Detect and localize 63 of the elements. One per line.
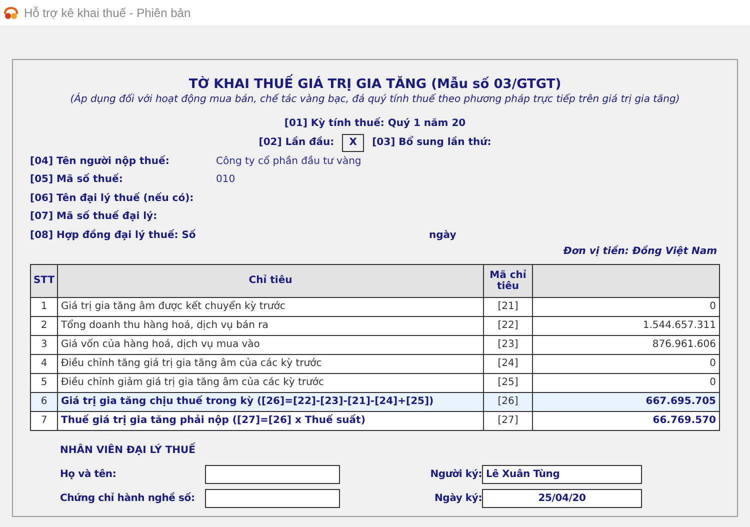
tax-period-label: [01] Kỳ tính thuế: Quý 1 năm 20 — [284, 118, 466, 129]
table-cell: 2 — [30, 316, 58, 335]
table-row[interactable]: 1 Giá trị gia tăng âm được kết chuyển kỳ trước [21] 0 — [30, 297, 720, 316]
field-label: Ngày ký: — [433, 492, 482, 504]
table-row[interactable]: 4 Điều chỉnh tăng giá trị gia tăng âm của các kỳ trước [24] 0 — [30, 354, 720, 373]
field-value: 010 — [216, 174, 236, 186]
table-cell[interactable]: 667.695.705 — [532, 392, 720, 411]
table-cell[interactable]: 0 — [532, 297, 720, 316]
column-header: Mã chỉ tiêu — [484, 264, 532, 297]
field-value: Công ty cổ phần đầu tư vàng — [216, 156, 362, 167]
table-cell: 6 — [30, 392, 58, 411]
column-header: Chỉ tiêu — [58, 264, 484, 297]
field-label: [06] Tên đại lý thuế (nếu có): — [30, 192, 195, 204]
app-logo-icon — [3, 6, 19, 20]
table-cell: 4 — [30, 354, 58, 373]
table-cell: Điều chỉnh giảm giá trị gia tăng âm của các kỳ trước — [58, 373, 484, 392]
date-input-field[interactable]: 25/04/20 — [482, 488, 642, 508]
table-row[interactable]: 6 Giá trị gia tăng chịu thuế trong kỳ ([26]=[22]-[23]-[21]-[24]+[25]) [26] 667.695.705 — [30, 392, 720, 411]
table-cell: [25] — [484, 373, 532, 392]
first-time-label: [02] Lần đầu: — [258, 137, 334, 148]
table-cell: 3 — [30, 335, 58, 354]
field-label: Người ký: — [429, 468, 482, 480]
table-cell: [24] — [484, 354, 532, 373]
table-cell: Tổng doanh thu hàng hoá, dịch vụ bán ra — [58, 316, 484, 335]
table-cell: [26] — [484, 392, 532, 411]
field-label: Chứng chỉ hành nghề số: — [60, 492, 196, 504]
table-cell[interactable]: 66.769.570 — [532, 411, 720, 430]
field-label: [08] Hợp đồng đại lý thuế: Số — [30, 230, 197, 241]
field-label: Họ và tên: — [60, 468, 118, 480]
column-header: STT — [30, 264, 58, 297]
field-label: [04] Tên người nộp thuế: — [30, 156, 170, 167]
table-cell: [23] — [484, 335, 532, 354]
table-cell: Giá trị gia tăng âm được kết chuyển kỳ trước — [58, 297, 484, 316]
table-cell: 5 — [30, 373, 58, 392]
table-cell: [27] — [484, 411, 532, 430]
table-row[interactable]: 2 Tổng doanh thu hàng hoá, dịch vụ bán ra [22] 1.544.657.311 — [30, 316, 720, 335]
table-cell: [22] — [484, 316, 532, 335]
table-row[interactable]: 7 Thuế giá trị gia tăng phải nộp ([27]=[26] x Thuế suất) [27] 66.769.570 — [30, 411, 720, 430]
field-label: [05] Mã số thuế: — [30, 174, 124, 186]
field-label: ngày — [429, 230, 458, 241]
table-row[interactable]: 5 Điều chỉnh giảm giá trị gia tăng âm của các kỳ trước [25] 0 — [30, 373, 720, 392]
table-cell[interactable]: 876.961.606 — [532, 335, 720, 354]
first-time-checkbox[interactable]: X — [342, 134, 364, 152]
table-cell[interactable]: 0 — [532, 354, 720, 373]
table-cell: Giá vốn của hàng hoá, dịch vụ mua vào — [58, 335, 484, 354]
field-label: [07] Mã số thuế đại lý: — [30, 211, 158, 222]
name-input-field[interactable] — [205, 464, 340, 484]
table-row[interactable]: 3 Giá vốn của hàng hoá, dịch vụ mua vào [23] 876.961.606 — [30, 335, 720, 354]
supplement-label: [03] Bổ sung lần thứ: — [372, 137, 492, 148]
table-cell: Điều chỉnh tăng giá trị gia tăng âm của các kỳ trước — [58, 354, 484, 373]
table-cell: Giá trị gia tăng chịu thuế trong kỳ ([26]=[22]-[23]-[21]-[24]+[25]) — [58, 392, 484, 411]
currency-note: Đơn vị tiền: Đồng Việt Nam — [562, 246, 718, 258]
table-cell: 7 — [30, 411, 58, 430]
table-cell: 1 — [30, 297, 58, 316]
table-cell: [21] — [484, 297, 532, 316]
certificate-input-field[interactable] — [205, 488, 340, 508]
table-cell[interactable]: 0 — [532, 373, 720, 392]
section-heading: NHÂN VIÊN ĐẠI LÝ THUẾ — [60, 444, 196, 458]
table-cell: Thuế giá trị gia tăng phải nộp ([27]=[26] x Thuế suất) — [58, 411, 484, 430]
signer-input-field[interactable]: Lê Xuân Tùng — [482, 464, 642, 484]
form-subtitle: (Áp dụng đối với hoạt động mua bán, chế tác vàng bạc, đá quý tính thuế theo phương pháp trực tiếp trên giá trị gia tăng) — [69, 94, 681, 105]
window-title: Hỗ trợ kê khai thuế - Phiên bản — [24, 6, 191, 20]
table-cell[interactable]: 1.544.657.311 — [532, 316, 720, 335]
